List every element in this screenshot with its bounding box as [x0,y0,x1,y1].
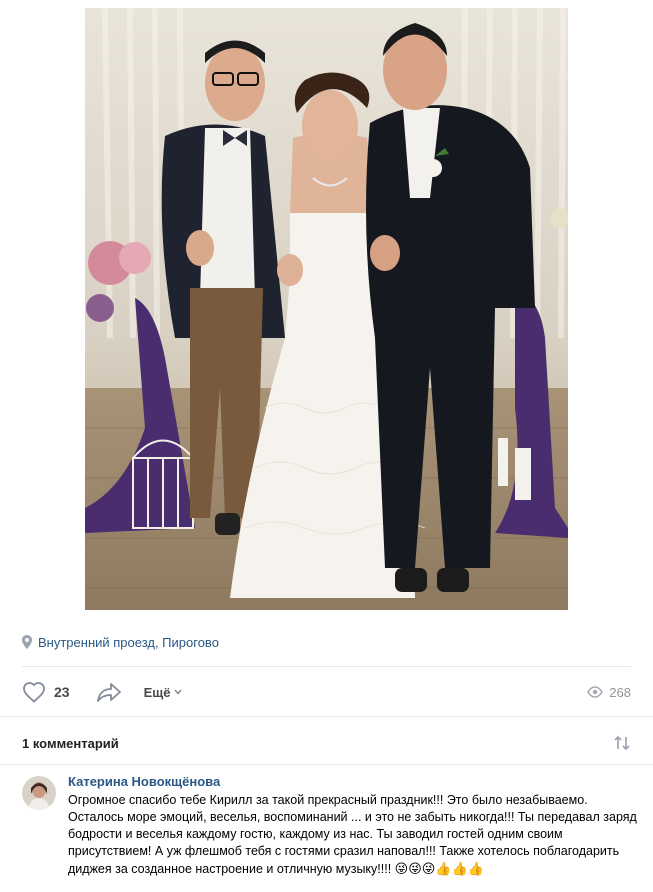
comments-header: 1 комментарий [22,733,631,753]
views-counter: 268 [587,685,631,700]
share-button[interactable] [96,682,122,702]
chevron-down-icon [174,689,183,695]
like-count: 23 [54,684,70,700]
divider [0,764,653,765]
location-pin-icon [22,635,32,649]
avatar-image [22,776,56,810]
sort-icon[interactable] [613,735,631,751]
comments-title: 1 комментарий [22,735,119,751]
comment-author[interactable]: Катерина Новокщёнова [68,774,639,789]
eye-icon [587,686,604,698]
like-button[interactable]: 23 [22,681,70,703]
comment-emojis: 😜😜😜👍👍👍 [394,861,484,876]
more-dropdown[interactable]: Ещё [144,685,183,700]
post-actions: 23 Ещё 268 [22,678,631,706]
comment-item: Катерина Новокщёнова Огромное спасибо те… [22,774,639,878]
divider [22,666,631,667]
section-divider [0,716,653,717]
more-label: Ещё [143,684,171,700]
post-photo[interactable] [85,8,568,610]
comment-text: Огромное спасибо тебе Кирилл за такой пр… [68,793,637,876]
views-count: 268 [609,684,631,700]
post-location[interactable]: Внутренний проезд, Пирогово [22,633,219,651]
comment-body: Катерина Новокщёнова Огромное спасибо те… [68,774,639,878]
comment-text-block: Огромное спасибо тебе Кирилл за такой пр… [68,792,639,878]
share-arrow-icon [96,683,121,702]
wedding-photo-image [85,8,568,610]
avatar[interactable] [22,776,56,810]
heart-icon [23,682,45,703]
location-text[interactable]: Внутренний проезд, Пирогово [38,635,219,650]
